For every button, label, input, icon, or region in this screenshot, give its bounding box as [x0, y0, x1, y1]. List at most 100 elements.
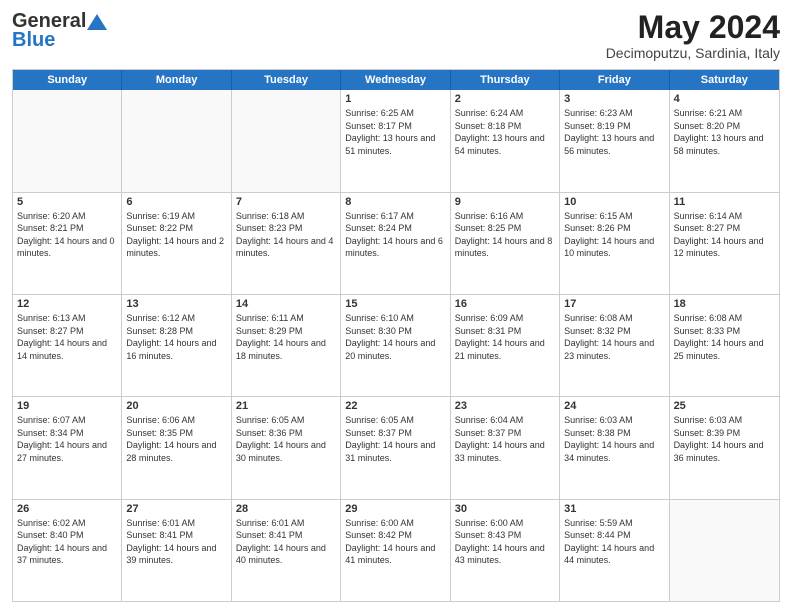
day-number: 5 [17, 196, 117, 208]
calendar-cell: 28 Sunrise: 6:01 AMSunset: 8:41 PMDayligh… [232, 500, 341, 601]
cell-info: Sunrise: 6:06 AMSunset: 8:35 PMDaylight:… [126, 414, 226, 464]
calendar-cell: 17Sunrise: 6:08 AMSunset: 8:32 PMDayligh… [560, 295, 669, 396]
calendar-cell [122, 90, 231, 191]
cell-info: Sunrise: 6:09 AMSunset: 8:31 PMDaylight:… [455, 312, 555, 362]
calendar-cell: 27 Sunrise: 6:01 AMSunset: 8:41 PMDayligh… [122, 500, 231, 601]
cell-info: Sunrise: 6:01 AMSunset: 8:41 PMDaylight:… [126, 517, 226, 567]
calendar-row-2: 12 Sunrise: 6:13 AMSunset: 8:27 PMDayligh… [13, 295, 779, 397]
day-number: 13 [126, 298, 226, 310]
day-number: 28 [236, 503, 336, 515]
day-number: 19 [17, 400, 117, 412]
header-day-friday: Friday [560, 70, 669, 90]
calendar-cell: 5 Sunrise: 6:20 AMSunset: 8:21 PMDaylight… [13, 193, 122, 294]
calendar-row-1: 5 Sunrise: 6:20 AMSunset: 8:21 PMDaylight… [13, 193, 779, 295]
day-number: 3 [564, 93, 664, 105]
cell-info: Sunrise: 6:10 AMSunset: 8:30 PMDaylight:… [345, 312, 445, 362]
calendar-row-3: 19Sunrise: 6:07 AMSunset: 8:34 PMDayligh… [13, 397, 779, 499]
day-number: 24 [564, 400, 664, 412]
calendar-cell: 20Sunrise: 6:06 AMSunset: 8:35 PMDayligh… [122, 397, 231, 498]
calendar-cell: 16 Sunrise: 6:09 AMSunset: 8:31 PMDayligh… [451, 295, 560, 396]
calendar-cell: 15 Sunrise: 6:10 AMSunset: 8:30 PMDayligh… [341, 295, 450, 396]
calendar-cell: 19Sunrise: 6:07 AMSunset: 8:34 PMDayligh… [13, 397, 122, 498]
cell-info: Sunrise: 6:08 AMSunset: 8:33 PMDaylight:… [674, 312, 775, 362]
calendar-cell: 18 Sunrise: 6:08 AMSunset: 8:33 PMDayligh… [670, 295, 779, 396]
cell-info: Sunrise: 6:14 AMSunset: 8:27 PMDaylight:… [674, 210, 775, 260]
day-number: 9 [455, 196, 555, 208]
cell-info: Sunrise: 6:13 AMSunset: 8:27 PMDaylight:… [17, 312, 117, 362]
cell-info: Sunrise: 6:05 AMSunset: 8:37 PMDaylight:… [345, 414, 445, 464]
cell-info: Sunrise: 6:01 AMSunset: 8:41 PMDaylight:… [236, 517, 336, 567]
calendar-cell [670, 500, 779, 601]
header-day-monday: Monday [122, 70, 231, 90]
calendar: SundayMondayTuesdayWednesdayThursdayFrid… [12, 69, 780, 602]
calendar-row-4: 26 Sunrise: 6:02 AMSunset: 8:40 PMDayligh… [13, 500, 779, 601]
day-number: 18 [674, 298, 775, 310]
calendar-cell [232, 90, 341, 191]
calendar-cell: 24 Sunrise: 6:03 AMSunset: 8:38 PMDayligh… [560, 397, 669, 498]
calendar-cell: 21Sunrise: 6:05 AMSunset: 8:36 PMDayligh… [232, 397, 341, 498]
cell-info: Sunrise: 6:00 AMSunset: 8:42 PMDaylight:… [345, 517, 445, 567]
cell-info: Sunrise: 6:24 AMSunset: 8:18 PMDaylight:… [455, 107, 555, 157]
cell-info: Sunrise: 6:20 AMSunset: 8:21 PMDaylight:… [17, 210, 117, 260]
location: Decimoputzu, Sardinia, Italy [606, 45, 780, 61]
calendar-cell: 13 Sunrise: 6:12 AMSunset: 8:28 PMDayligh… [122, 295, 231, 396]
cell-info: Sunrise: 6:15 AMSunset: 8:26 PMDaylight:… [564, 210, 664, 260]
day-number: 12 [17, 298, 117, 310]
calendar-header: SundayMondayTuesdayWednesdayThursdayFrid… [13, 70, 779, 90]
title-area: May 2024 Decimoputzu, Sardinia, Italy [606, 10, 780, 61]
day-number: 31 [564, 503, 664, 515]
cell-info: Sunrise: 6:05 AMSunset: 8:36 PMDaylight:… [236, 414, 336, 464]
calendar-body: 1Sunrise: 6:25 AMSunset: 8:17 PMDaylight… [13, 90, 779, 601]
day-number: 16 [455, 298, 555, 310]
day-number: 30 [455, 503, 555, 515]
day-number: 8 [345, 196, 445, 208]
calendar-row-0: 1Sunrise: 6:25 AMSunset: 8:17 PMDaylight… [13, 90, 779, 192]
logo: General Blue [12, 10, 108, 52]
calendar-cell: 29Sunrise: 6:00 AMSunset: 8:42 PMDayligh… [341, 500, 450, 601]
logo-icon [87, 14, 107, 30]
header: General Blue May 2024 Decimoputzu, Sardi… [12, 10, 780, 61]
cell-info: Sunrise: 6:03 AMSunset: 8:38 PMDaylight:… [564, 414, 664, 464]
calendar-cell: 8 Sunrise: 6:17 AMSunset: 8:24 PMDaylight… [341, 193, 450, 294]
day-number: 1 [345, 93, 445, 105]
cell-info: Sunrise: 6:23 AMSunset: 8:19 PMDaylight:… [564, 107, 664, 157]
header-day-wednesday: Wednesday [341, 70, 450, 90]
day-number: 6 [126, 196, 226, 208]
day-number: 26 [17, 503, 117, 515]
calendar-cell [13, 90, 122, 191]
day-number: 27 [126, 503, 226, 515]
calendar-cell: 10Sunrise: 6:15 AMSunset: 8:26 PMDayligh… [560, 193, 669, 294]
calendar-cell: 1Sunrise: 6:25 AMSunset: 8:17 PMDaylight… [341, 90, 450, 191]
calendar-cell: 25Sunrise: 6:03 AMSunset: 8:39 PMDayligh… [670, 397, 779, 498]
header-day-sunday: Sunday [13, 70, 122, 90]
header-day-tuesday: Tuesday [232, 70, 341, 90]
day-number: 15 [345, 298, 445, 310]
cell-info: Sunrise: 6:00 AMSunset: 8:43 PMDaylight:… [455, 517, 555, 567]
month-title: May 2024 [606, 10, 780, 45]
logo-blue: Blue [12, 29, 55, 52]
calendar-cell: 14 Sunrise: 6:11 AMSunset: 8:29 PMDayligh… [232, 295, 341, 396]
calendar-cell: 2Sunrise: 6:24 AMSunset: 8:18 PMDaylight… [451, 90, 560, 191]
calendar-cell: 23Sunrise: 6:04 AMSunset: 8:37 PMDayligh… [451, 397, 560, 498]
day-number: 17 [564, 298, 664, 310]
calendar-cell: 30 Sunrise: 6:00 AMSunset: 8:43 PMDayligh… [451, 500, 560, 601]
calendar-cell: 26 Sunrise: 6:02 AMSunset: 8:40 PMDayligh… [13, 500, 122, 601]
cell-info: Sunrise: 6:12 AMSunset: 8:28 PMDaylight:… [126, 312, 226, 362]
cell-info: Sunrise: 6:02 AMSunset: 8:40 PMDaylight:… [17, 517, 117, 567]
cell-info: Sunrise: 6:18 AMSunset: 8:23 PMDaylight:… [236, 210, 336, 260]
cell-info: Sunrise: 6:21 AMSunset: 8:20 PMDaylight:… [674, 107, 775, 157]
calendar-cell: 3 Sunrise: 6:23 AMSunset: 8:19 PMDaylight… [560, 90, 669, 191]
cell-info: Sunrise: 6:04 AMSunset: 8:37 PMDaylight:… [455, 414, 555, 464]
day-number: 4 [674, 93, 775, 105]
cell-info: Sunrise: 6:11 AMSunset: 8:29 PMDaylight:… [236, 312, 336, 362]
day-number: 14 [236, 298, 336, 310]
cell-info: Sunrise: 6:17 AMSunset: 8:24 PMDaylight:… [345, 210, 445, 260]
calendar-cell: 6Sunrise: 6:19 AMSunset: 8:22 PMDaylight… [122, 193, 231, 294]
day-number: 7 [236, 196, 336, 208]
day-number: 22 [345, 400, 445, 412]
cell-info: Sunrise: 6:16 AMSunset: 8:25 PMDaylight:… [455, 210, 555, 260]
calendar-cell: 9 Sunrise: 6:16 AMSunset: 8:25 PMDaylight… [451, 193, 560, 294]
calendar-cell: 11Sunrise: 6:14 AMSunset: 8:27 PMDayligh… [670, 193, 779, 294]
day-number: 25 [674, 400, 775, 412]
page: General Blue May 2024 Decimoputzu, Sardi… [0, 0, 792, 612]
